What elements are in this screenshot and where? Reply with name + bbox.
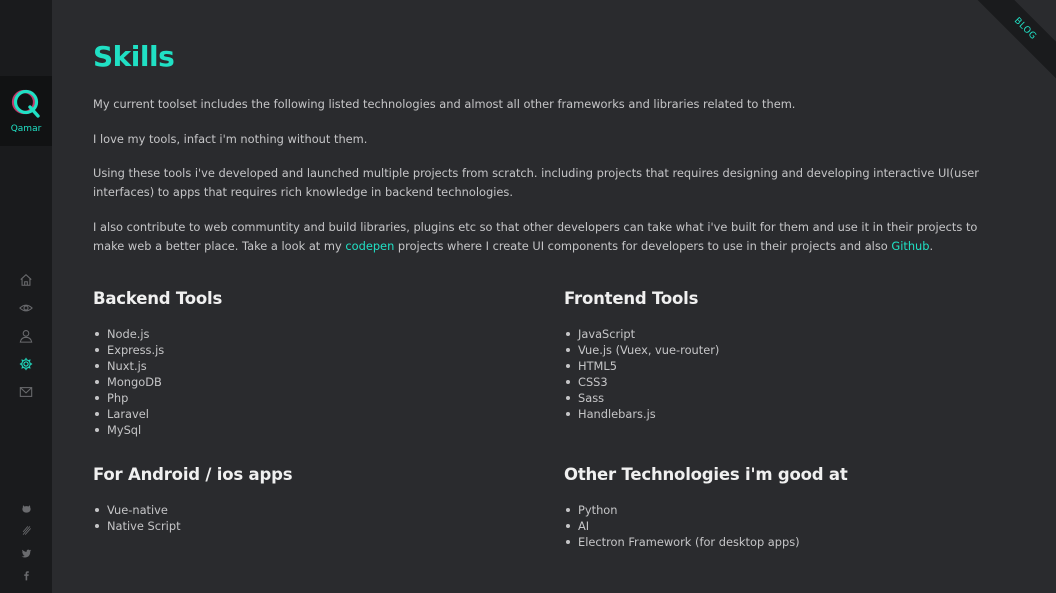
nav-skills[interactable] xyxy=(0,350,52,378)
intro-paragraph-3: Using these tools i've developed and lau… xyxy=(93,166,979,199)
user-icon xyxy=(19,330,33,343)
nav-profile[interactable] xyxy=(0,322,52,350)
skill-item: Php xyxy=(93,390,513,406)
skill-item: CSS3 xyxy=(564,374,984,390)
paragraph-4-text-b: projects where I create UI components fo… xyxy=(394,238,892,253)
codepen-icon xyxy=(22,526,31,536)
github-link[interactable]: Github xyxy=(891,239,929,253)
skill-item: Native Script xyxy=(93,518,513,534)
skill-item: Python xyxy=(564,502,984,518)
skill-item: Nuxt.js xyxy=(93,358,513,374)
skill-item: Node.js xyxy=(93,326,513,342)
social-github[interactable] xyxy=(0,497,52,520)
facebook-icon xyxy=(23,571,29,581)
home-icon xyxy=(20,274,32,286)
github-icon xyxy=(21,504,31,513)
section-title: Backend Tools xyxy=(93,289,223,308)
intro-paragraph-1: My current toolset includes the followin… xyxy=(93,97,796,111)
sidebar: Qamar xyxy=(0,0,52,593)
other-technologies-section: Other Technologies i'm good at Python AI E… xyxy=(564,465,984,550)
sidebar-nav xyxy=(0,266,52,406)
skill-item: Electron Framework (for desktop apps) xyxy=(564,534,984,550)
gear-icon xyxy=(19,357,33,371)
skill-item: MongoDB xyxy=(93,374,513,390)
section-title: Other Technologies i'm good at xyxy=(564,465,848,484)
skill-item: Handlebars.js xyxy=(564,406,984,422)
logo-q-icon xyxy=(11,89,40,118)
intro-paragraph-2: I love my tools, infact i'm nothing with… xyxy=(93,132,368,146)
logo-text: Qamar xyxy=(10,124,42,134)
logo[interactable]: Qamar xyxy=(0,76,52,146)
skill-item: Vue.js (Vuex, vue-router) xyxy=(564,342,984,358)
social-codepen[interactable] xyxy=(0,520,52,543)
social-links xyxy=(0,497,52,587)
skill-item: Vue-native xyxy=(93,502,513,518)
frontend-tools-section: Frontend Tools JavaScript Vue.js (Vuex, v… xyxy=(564,289,984,422)
blog-ribbon-container: BLOG xyxy=(976,0,1056,80)
eye-icon xyxy=(19,304,33,312)
page-title: Skills xyxy=(93,40,175,73)
skill-item: JavaScript xyxy=(564,326,984,342)
skill-item: AI xyxy=(564,518,984,534)
skill-list: Python AI Electron Framework (for desktop … xyxy=(564,502,984,550)
intro-paragraph-4: I also contribute to web communtity and … xyxy=(93,218,1003,255)
social-facebook[interactable] xyxy=(0,565,52,588)
nav-home[interactable] xyxy=(0,266,52,294)
section-title: For Android / ios apps xyxy=(93,465,293,484)
nav-about[interactable] xyxy=(0,294,52,322)
social-twitter[interactable] xyxy=(0,542,52,565)
mobile-apps-section: For Android / ios apps Vue-native Native … xyxy=(93,465,513,534)
nav-contact[interactable] xyxy=(0,378,52,406)
skill-list: Node.js Express.js Nuxt.js MongoDB Php Larave… xyxy=(93,326,513,438)
skill-list: Vue-native Native Script xyxy=(93,502,513,534)
section-title: Frontend Tools xyxy=(564,289,699,308)
skill-item: Express.js xyxy=(93,342,513,358)
codepen-link[interactable]: codepen xyxy=(345,239,394,253)
skill-item: MySql xyxy=(93,422,513,438)
skill-item: HTML5 xyxy=(564,358,984,374)
twitter-icon xyxy=(21,549,31,558)
backend-tools-section: Backend Tools Node.js Express.js Nuxt.js Mo… xyxy=(93,289,513,438)
skill-item: Sass xyxy=(564,390,984,406)
skill-item: Laravel xyxy=(93,406,513,422)
skill-list: JavaScript Vue.js (Vuex, vue-router) HTML5… xyxy=(564,326,984,422)
blog-ribbon[interactable]: BLOG xyxy=(976,0,1056,80)
mail-icon xyxy=(19,387,33,397)
paragraph-4-text-c: . xyxy=(929,238,934,253)
